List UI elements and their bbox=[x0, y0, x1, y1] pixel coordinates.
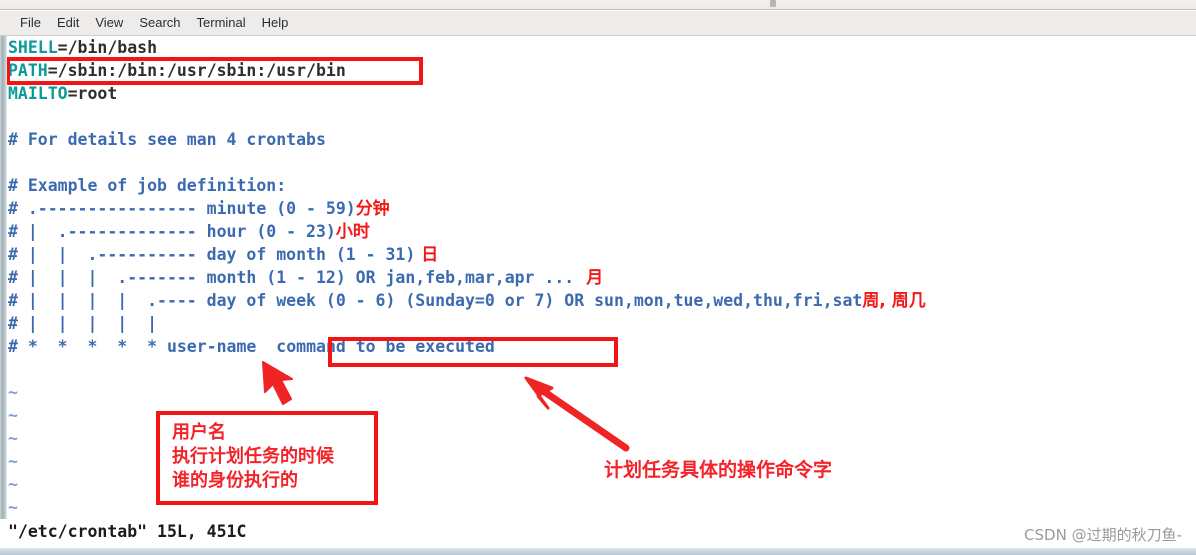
zh-label-month: 月 bbox=[586, 268, 604, 288]
env-val-shell: =/bin/bash bbox=[57, 38, 158, 57]
code-line-mailto: MAILTO=root bbox=[8, 82, 117, 105]
code-line-hour: # | .------------- hour (0 - 23)小时 bbox=[8, 220, 370, 244]
zh-label-week: 周, 周几 bbox=[862, 291, 926, 311]
zh-label-minute: 分钟 bbox=[355, 199, 390, 219]
code-text-hour: # | .------------- hour (0 - 23) bbox=[8, 222, 336, 241]
code-text-month: # | | | .------- month (1 - 12) OR jan,f… bbox=[8, 268, 575, 287]
vim-tilde-6: ~ bbox=[8, 498, 18, 517]
title-bar-notch bbox=[770, 0, 776, 7]
annotation-text-command: 计划任务具体的操作命令字 bbox=[604, 459, 833, 481]
highlight-box-command bbox=[328, 337, 618, 367]
code-line-shell: SHELL=/bin/bash bbox=[8, 36, 157, 59]
menu-view[interactable]: View bbox=[87, 11, 131, 35]
title-bar bbox=[0, 0, 1196, 10]
vim-tilde-4: ~ bbox=[8, 452, 18, 471]
code-line-example-header: # Example of job definition: bbox=[8, 176, 287, 195]
menu-terminal[interactable]: Terminal bbox=[189, 11, 254, 35]
code-line-day-of-month: # | | .---------- day of month (1 - 31) 日 bbox=[8, 243, 438, 267]
annotation-text-username: 用户名 执行计划任务的时候 谁的身份执行的 bbox=[172, 422, 334, 491]
menu-edit[interactable]: Edit bbox=[49, 11, 87, 35]
env-var-shell: SHELL bbox=[8, 38, 58, 57]
terminal-window: File Edit View Search Terminal Help SHEL… bbox=[0, 0, 1196, 555]
code-line-for-details: # For details see man 4 crontabs bbox=[8, 130, 326, 149]
vim-tilde-2: ~ bbox=[8, 406, 18, 425]
env-val-mailto: =root bbox=[67, 84, 118, 103]
zh-label-day: 日 bbox=[421, 245, 439, 265]
code-line-month: # | | | .------- month (1 - 12) OR jan,f… bbox=[8, 266, 603, 290]
bottom-strip bbox=[0, 548, 1196, 555]
highlight-box-path bbox=[6, 57, 423, 85]
code-text-stars-username: # * * * * * user-name bbox=[8, 337, 267, 356]
menu-search[interactable]: Search bbox=[131, 11, 188, 35]
window-left-border bbox=[0, 36, 7, 519]
menu-bar: File Edit View Search Terminal Help bbox=[0, 11, 1196, 36]
code-line-minute: # .---------------- minute (0 - 59)分钟 bbox=[8, 197, 390, 221]
menu-help[interactable]: Help bbox=[254, 11, 297, 35]
csdn-watermark: CSDN @过期的秋刀鱼- bbox=[1024, 526, 1182, 544]
annotation-box-username: 用户名 执行计划任务的时候 谁的身份执行的 bbox=[156, 411, 378, 505]
zh-label-hour: 小时 bbox=[335, 222, 370, 242]
code-line-day-of-week: # | | | | .---- day of week (0 - 6) (Sun… bbox=[8, 289, 926, 313]
vim-tilde-3: ~ bbox=[8, 429, 18, 448]
code-line-pipes: # | | | | | bbox=[8, 314, 158, 333]
code-text-day-of-week: # | | | | .---- day of week (0 - 6) (Sun… bbox=[8, 291, 863, 310]
code-text-day-of-month: # | | .---------- day of month (1 - 31) bbox=[8, 245, 416, 264]
menu-file[interactable]: File bbox=[12, 11, 49, 35]
env-var-mailto: MAILTO bbox=[8, 84, 68, 103]
code-text-minute: # .---------------- minute (0 - 59) bbox=[8, 199, 356, 218]
vim-tilde-1: ~ bbox=[8, 383, 18, 402]
vim-status-line: "/etc/crontab" 15L, 451C bbox=[8, 522, 247, 541]
vim-tilde-5: ~ bbox=[8, 475, 18, 494]
